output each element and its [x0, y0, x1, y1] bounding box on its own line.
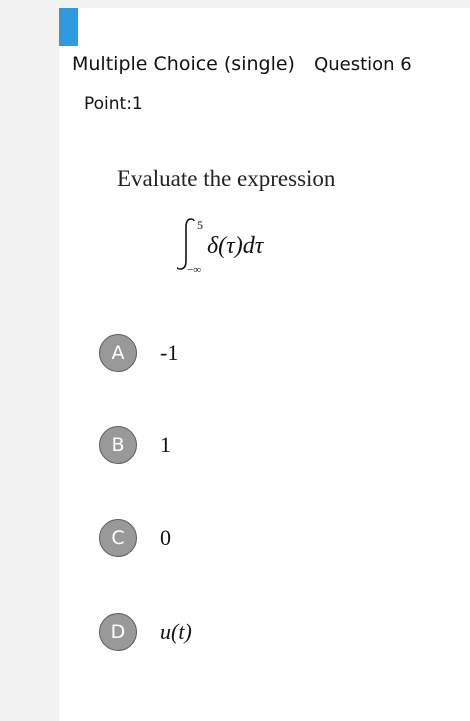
question-type: Multiple Choice (single) — [72, 53, 295, 75]
integrand: δ(τ)dτ — [207, 233, 265, 259]
question-number: Question 6 — [314, 54, 412, 75]
integral-upper-limit: 5 — [197, 218, 203, 232]
left-gutter — [0, 0, 59, 721]
integral-sign — [179, 218, 192, 270]
question-points: Point:1 — [84, 94, 143, 114]
option-d-marker[interactable]: D — [99, 613, 137, 651]
question-panel: Multiple Choice (single) Question 6 Poin… — [59, 8, 470, 721]
option-c-text: 0 — [160, 525, 171, 550]
option-c-marker[interactable]: C — [99, 519, 137, 557]
option-a-marker[interactable]: A — [99, 334, 137, 372]
option-a[interactable]: A -1 — [99, 333, 178, 373]
question-header: Multiple Choice (single) Question 6 — [72, 53, 412, 81]
integral-formula: 5 −∞ δ(τ)dτ — [177, 218, 265, 275]
question-stem: Evaluate the expression — [117, 166, 336, 191]
option-a-text: -1 — [160, 340, 179, 365]
option-d[interactable]: D u(t) — [99, 612, 192, 652]
option-d-text: u(t) — [160, 619, 192, 644]
accent-bar — [59, 8, 78, 46]
option-c[interactable]: C 0 — [99, 518, 171, 558]
option-b-text: 1 — [160, 432, 171, 457]
option-b-marker[interactable]: B — [99, 426, 137, 464]
option-b[interactable]: B 1 — [99, 425, 171, 465]
integral-lower-limit: −∞ — [187, 264, 201, 275]
